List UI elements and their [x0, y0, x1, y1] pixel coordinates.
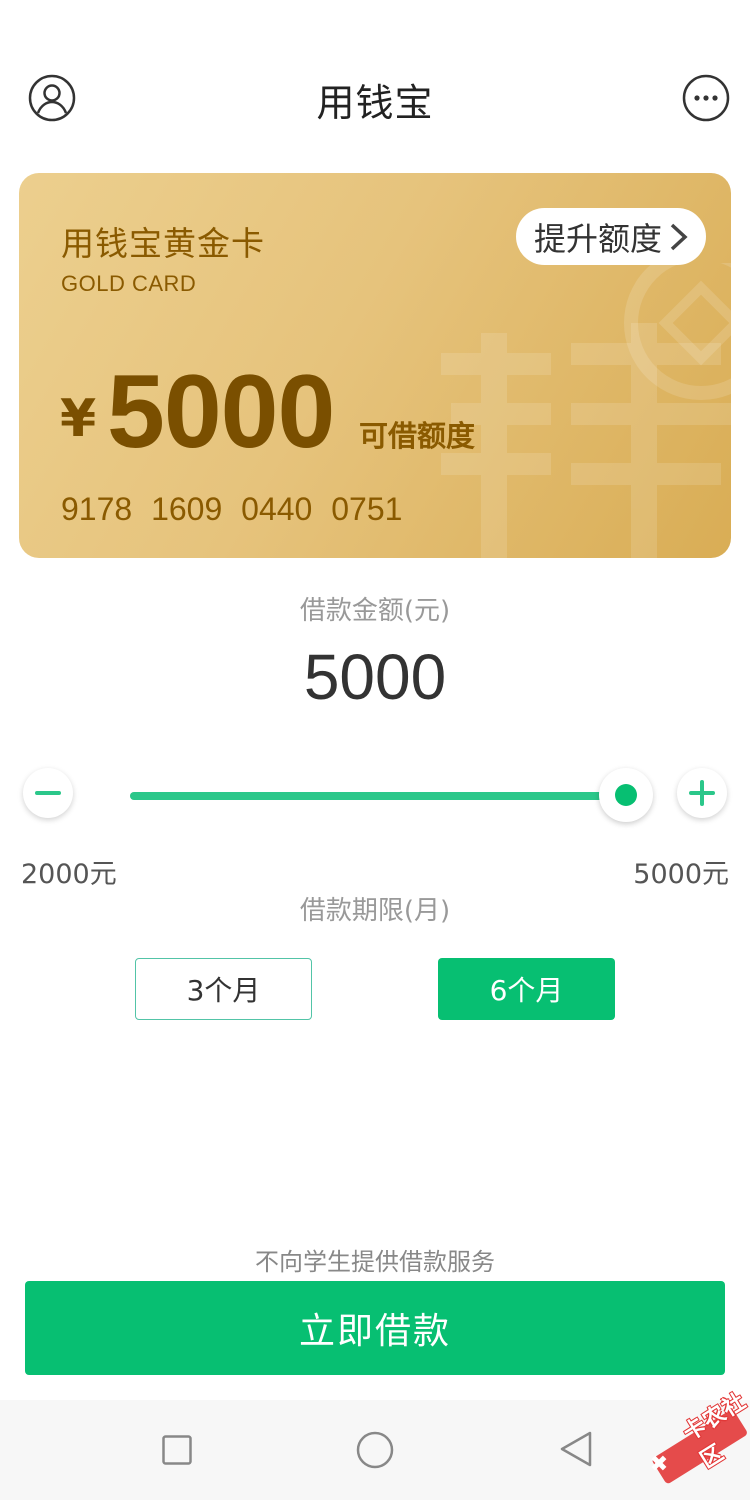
term-option-6-months[interactable]: 6个月: [438, 958, 615, 1020]
slider-max-label: 5000元: [633, 859, 729, 890]
loan-amount-value: 5000: [303, 641, 447, 713]
student-notice: 不向学生提供借款服务: [255, 1248, 495, 1276]
back-icon[interactable]: [558, 1430, 594, 1468]
amount-slider-track[interactable]: [130, 792, 626, 800]
amount-slider-handle[interactable]: [599, 768, 653, 822]
increase-amount-button[interactable]: [677, 768, 727, 818]
raise-limit-button[interactable]: 提升额度: [516, 208, 706, 265]
minus-icon: [35, 791, 61, 795]
loan-amount-label: 借款金额(元): [299, 596, 451, 626]
chevron-right-icon: [670, 223, 688, 251]
borrow-now-button[interactable]: 立即借款: [25, 1281, 725, 1375]
more-icon[interactable]: [682, 74, 730, 122]
card-name: 用钱宝黄金卡: [61, 224, 265, 263]
raise-limit-label: 提升额度: [534, 219, 663, 258]
recent-apps-icon[interactable]: [162, 1435, 192, 1465]
slider-handle-dot: [615, 784, 637, 806]
currency-symbol: ¥: [60, 389, 97, 449]
loan-term-label: 借款期限(月): [299, 896, 451, 926]
decrease-amount-button[interactable]: [23, 768, 73, 818]
app-header: 用钱宝: [0, 0, 750, 160]
home-icon[interactable]: [356, 1431, 394, 1469]
card-subtitle: GOLD CARD: [61, 271, 197, 296]
term-option-3-months[interactable]: 3个月: [135, 958, 312, 1020]
credit-amount-label: 可借额度: [359, 419, 476, 453]
system-nav-bar: [0, 1400, 750, 1500]
plus-icon: [689, 780, 715, 806]
slider-min-label: 2000元: [21, 859, 117, 890]
coin-watermark-icon: [441, 263, 731, 558]
card-number: 9178 1609 0440 0751: [61, 491, 403, 527]
amount-slider-fill: [130, 792, 626, 800]
gold-card: 用钱宝黄金卡 GOLD CARD 提升额度 ¥ 5000 可借额度 9178 1…: [19, 173, 731, 558]
page-title: 用钱宝: [316, 81, 434, 125]
credit-amount: 5000: [107, 354, 335, 470]
